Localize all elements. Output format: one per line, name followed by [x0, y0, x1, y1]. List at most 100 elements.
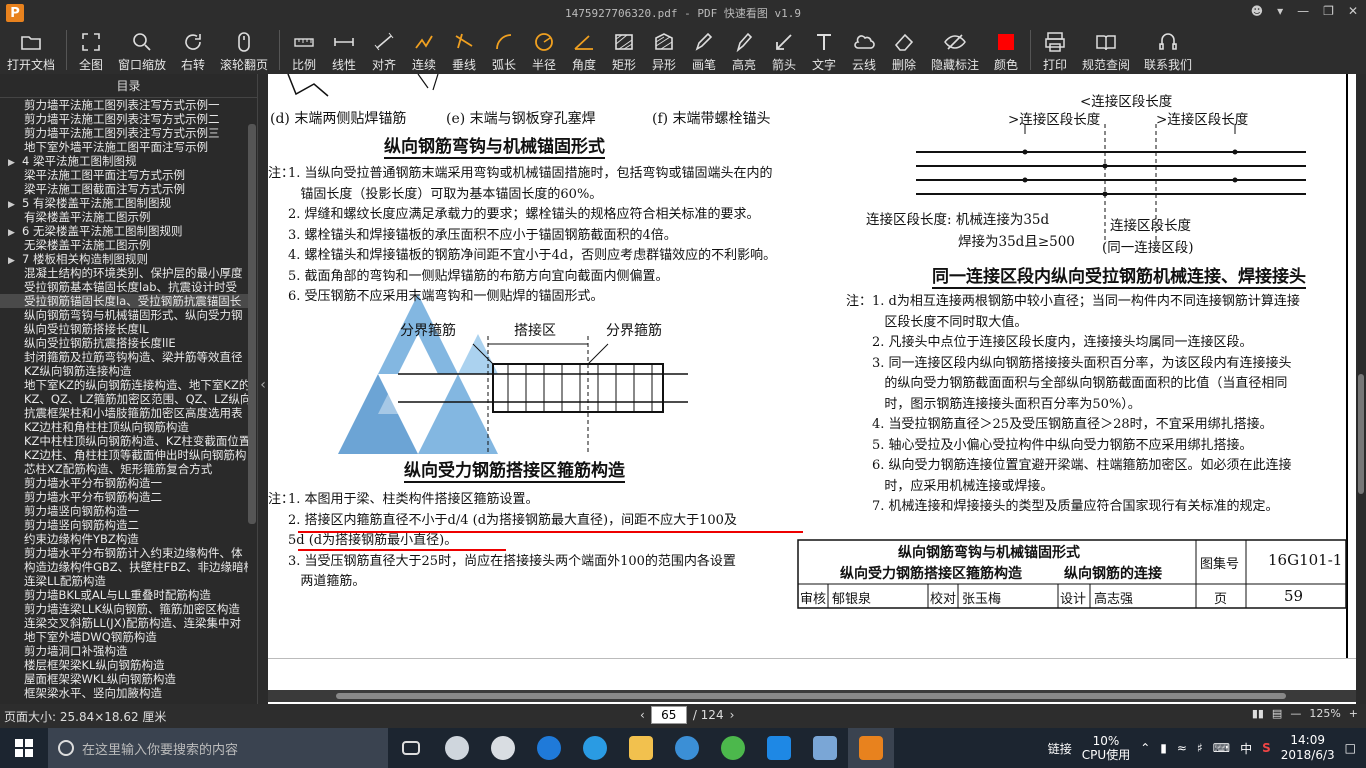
fan-app-icon[interactable] [434, 728, 480, 768]
toc-item[interactable]: 封闭箍筋及拉筋弯钩构造、梁并筋等效直径 [0, 350, 248, 364]
toc-item[interactable]: 剪力墙平法施工图列表注写方式示例二 [0, 112, 248, 126]
arrow-button[interactable]: 箭头 [764, 26, 804, 74]
blue-app-icon[interactable] [756, 728, 802, 768]
toc-item[interactable]: KZ纵向钢筋连接构造 [0, 364, 248, 378]
vertical-scrollbar[interactable] [1356, 74, 1366, 704]
notification-icon[interactable]: □ [1345, 741, 1356, 755]
toc-item[interactable]: 纵向钢筋弯钩与机械锚固形式、纵向受力钢 [0, 308, 248, 322]
toc-item[interactable]: 剪力墙水平分布钢筋构造二 [0, 490, 248, 504]
toc-item[interactable]: 剪力墙水平分布钢筋计入约束边缘构件、体 [0, 546, 248, 560]
horizontal-scrollbar[interactable] [268, 690, 1356, 702]
toc-item[interactable]: KZ、QZ、LZ箍筋加密区范围、QZ、LZ纵向钢 [0, 392, 248, 406]
user-icon[interactable]: ☻ [1251, 4, 1264, 18]
file-explorer-icon[interactable] [618, 728, 664, 768]
green-app-icon[interactable] [710, 728, 756, 768]
toc-item[interactable]: 梁平法施工图平面注写方式示例 [0, 168, 248, 182]
zoom-in-icon[interactable]: + [1349, 707, 1358, 720]
toc-section[interactable]: ▶ 7 楼板相关构造制图规则 [0, 252, 248, 266]
toc-item[interactable]: KZ中柱柱顶纵向钢筋构造、KZ柱变截面位置 [0, 434, 248, 448]
document-viewer[interactable]: (d) 末端两侧贴焊锚筋 (e) 末端与钢板穿孔塞焊 (f) 末端带螺栓锚头 纵… [268, 74, 1356, 704]
single-page-view-icon[interactable]: ▤ [1272, 707, 1282, 720]
next-page-icon[interactable]: › [730, 708, 735, 722]
restore-button[interactable]: ❐ [1323, 4, 1334, 18]
toc-item[interactable]: 芯柱XZ配筋构造、矩形箍筋复合方式 [0, 462, 248, 476]
vertical-scroll-thumb[interactable] [1358, 374, 1364, 494]
toc-item[interactable]: KZ边柱和角柱柱顶纵向钢筋构造 [0, 420, 248, 434]
rotate-button[interactable]: 右转 [173, 26, 213, 74]
screenshot-app-icon[interactable] [802, 728, 848, 768]
expand-arrow-icon[interactable]: ▶ [8, 226, 22, 238]
rect-button[interactable]: 矩形 [604, 26, 644, 74]
pdf-viewer-taskbar-icon[interactable] [848, 728, 894, 768]
toc-item[interactable]: 剪力墙平法施工图列表注写方式示例三 [0, 126, 248, 140]
toc-item[interactable]: 连梁交叉斜筋LL(JX)配筋构造、连梁集中对 [0, 616, 248, 630]
perpendicular-button[interactable]: 垂线 [444, 26, 484, 74]
book-button[interactable]: 规范查阅 [1075, 26, 1137, 74]
minimize-button[interactable]: — [1297, 4, 1309, 18]
toc-section[interactable]: ▶ 4 梁平法施工图制图规 [0, 154, 248, 168]
toc-item[interactable]: 剪力墙连梁LLK纵向钢筋、箍筋加密区构造 [0, 602, 248, 616]
cloud-button[interactable]: 云线 [844, 26, 884, 74]
mouse-button[interactable]: 滚轮翻页 [213, 26, 275, 74]
toc-section[interactable]: ▶ 5 有梁楼盖平法施工图制图规 [0, 196, 248, 210]
expand-arrow-icon[interactable]: ▶ [8, 156, 22, 168]
page-number-input[interactable] [650, 706, 687, 724]
sidebar-scrollbar[interactable] [248, 124, 256, 524]
g-app-icon[interactable] [664, 728, 710, 768]
continuous-button[interactable]: 连续 [404, 26, 444, 74]
angle-button[interactable]: 角度 [564, 26, 604, 74]
ie-blue-icon[interactable] [572, 728, 618, 768]
toc-item[interactable]: 混凝土结构的环境类别、保护层的最小厚度 [0, 266, 248, 280]
ime-indicator[interactable]: 中 [1240, 740, 1252, 757]
toc-item[interactable]: 约束边缘构件YBZ构造 [0, 532, 248, 546]
link-label[interactable]: 链接 [1048, 740, 1072, 757]
linear-button[interactable]: 线性 [324, 26, 364, 74]
prev-page-icon[interactable]: ‹ [640, 708, 645, 722]
toc-item[interactable]: 地下室外墙平法施工图平面注写示例 [0, 140, 248, 154]
fullview-button[interactable]: 全图 [71, 26, 111, 74]
eraser-button[interactable]: 删除 [884, 26, 924, 74]
toc-item[interactable]: 抗震框架柱和小墙肢箍筋加密区高度选用表 [0, 406, 248, 420]
toc-item[interactable]: 剪力墙BKL或AL与LL重叠时配筋构造 [0, 588, 248, 602]
toc-item[interactable]: KZ边柱、角柱柱顶等截面伸出时纵向钢筋构 [0, 448, 248, 462]
sogou-icon[interactable]: S [1262, 741, 1271, 755]
toc-item[interactable]: 剪力墙竖向钢筋构造一 [0, 504, 248, 518]
toc-item[interactable]: 连梁LL配筋构造 [0, 574, 248, 588]
align-button[interactable]: 对齐 [364, 26, 404, 74]
toc-item[interactable]: 纵向受拉钢筋抗震搭接长度llE [0, 336, 248, 350]
expand-arrow-icon[interactable]: ▶ [8, 198, 22, 210]
horizontal-scroll-thumb[interactable] [336, 693, 1286, 699]
two-page-view-icon[interactable]: ▮▮ [1252, 707, 1264, 720]
toc-item[interactable]: 剪力墙竖向钢筋构造二 [0, 518, 248, 532]
print-button[interactable]: 打印 [1035, 26, 1075, 74]
collapse-sidebar-icon[interactable]: ‹ [258, 370, 268, 400]
toc-item[interactable]: 框架梁水平、竖向加腋构造 [0, 686, 248, 700]
toc-item[interactable]: 有梁楼盖平法施工图示例 [0, 210, 248, 224]
toc-item[interactable]: 屋面框架梁WKL纵向钢筋构造 [0, 672, 248, 686]
close-button[interactable]: ✕ [1348, 4, 1358, 18]
toc-item[interactable]: 梁平法施工图截面注写方式示例 [0, 182, 248, 196]
volume-icon[interactable]: ♯ [1197, 741, 1203, 755]
text-button[interactable]: 文字 [804, 26, 844, 74]
task-view-icon[interactable] [388, 728, 434, 768]
cpu-monitor[interactable]: 10% CPU使用 [1082, 734, 1130, 762]
radius-button[interactable]: 半径 [524, 26, 564, 74]
toc-item[interactable]: 剪力墙洞口补强构造 [0, 644, 248, 658]
battery-icon[interactable]: ▮ [1160, 741, 1167, 755]
toc-item[interactable]: 无梁楼盖平法施工图示例 [0, 238, 248, 252]
toc-section[interactable]: ▶ 6 无梁楼盖平法施工图制图规则 [0, 224, 248, 238]
polygon-button[interactable]: 异形 [644, 26, 684, 74]
folder-button[interactable]: 打开文档 [0, 26, 62, 74]
contact-button[interactable]: 联系我们 [1137, 26, 1199, 74]
pen-button[interactable]: 画笔 [684, 26, 724, 74]
color-button[interactable]: 颜色 [986, 26, 1026, 74]
zoom-button[interactable]: 窗口缩放 [111, 26, 173, 74]
tray-expand-icon[interactable]: ⌃ [1140, 741, 1150, 755]
clock[interactable]: 14:09 2018/6/3 [1281, 733, 1335, 763]
ie-icon[interactable] [480, 728, 526, 768]
taskbar-search[interactable]: 在这里输入你要搜索的内容 [48, 728, 388, 768]
toc-item[interactable]: 构造边缘构件GBZ、扶壁柱FBZ、非边缘暗柱 [0, 560, 248, 574]
zoom-out-icon[interactable]: — [1290, 707, 1301, 720]
toc-item[interactable]: 受拉钢筋锚固长度la、受拉钢筋抗震锚固长 [0, 294, 248, 308]
toc-item[interactable]: 地下室KZ的纵向钢筋连接构造、地下室KZ的 [0, 378, 248, 392]
